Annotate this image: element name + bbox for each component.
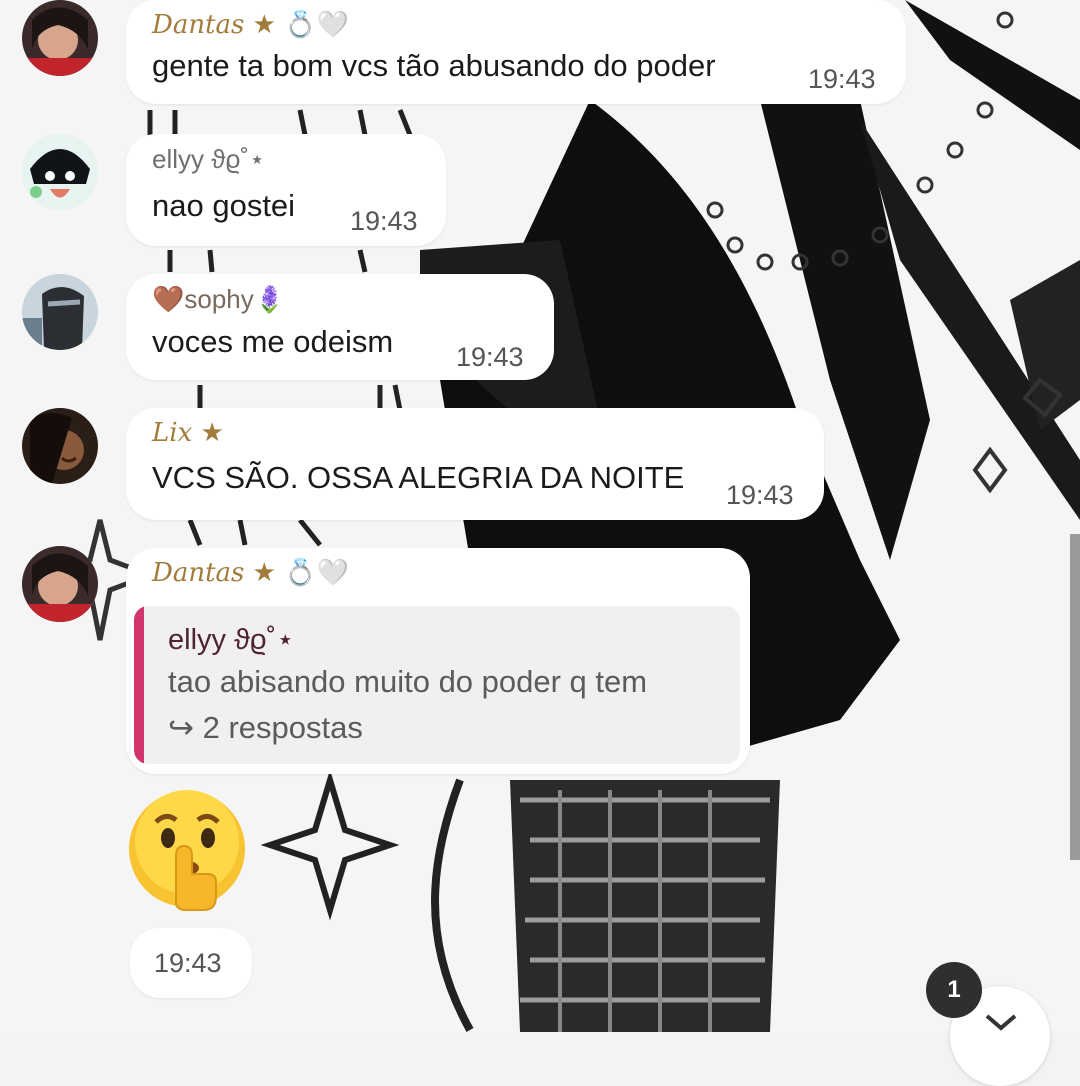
avatar-sophy[interactable] <box>22 274 98 350</box>
author-name[interactable]: 🤎sophy🪻 <box>152 284 286 315</box>
message-time: 19:43 <box>808 64 876 94</box>
message-text: nao gostei <box>152 188 296 223</box>
avatar-lix[interactable] <box>22 408 98 484</box>
message-text: voces me odeism <box>152 324 394 359</box>
author-name[interactable]: ellyy ϑϱ˚⋆ <box>152 144 265 175</box>
quoted-author: ellyy ϑϱ˚⋆ <box>168 624 295 656</box>
message-bubble[interactable]: Lix ★ VCS SÃO. OSSA ALEGRIA DA NOITE 19:… <box>126 408 824 520</box>
message-bubble[interactable]: ellyy ϑϱ˚⋆ nao gostei 19:43 <box>126 134 446 246</box>
scrollbar[interactable] <box>1070 534 1080 860</box>
message-time: 19:43 <box>726 480 794 510</box>
author-name[interactable]: Dantas ★ 💍🤍 <box>152 10 349 40</box>
message-time: 19:43 <box>154 948 222 978</box>
quoted-text: tao abisando muito do poder q tem <box>168 664 648 699</box>
message-time: 19:43 <box>350 206 418 236</box>
message-text: gente ta bom vcs tão abusando do poder <box>152 48 716 83</box>
message-bubble[interactable]: Dantas ★ 💍🤍 gente ta bom vcs tão abusand… <box>126 0 906 104</box>
message-bubble[interactable]: Dantas ★ 💍🤍 ellyy ϑϱ˚⋆ tao abisando muit… <box>126 548 750 774</box>
quote-accent-bar <box>134 606 144 764</box>
avatar-dantas[interactable] <box>22 0 98 76</box>
author-name[interactable]: Lix ★ <box>152 418 224 448</box>
message-text: VCS SÃO. OSSA ALEGRIA DA NOITE <box>152 460 685 495</box>
avatar-dantas[interactable] <box>22 546 98 622</box>
message-time: 19:43 <box>456 342 524 372</box>
message-bubble[interactable]: 🤎sophy🪻 voces me odeism 19:43 <box>126 274 554 380</box>
shushing-face-emoji <box>129 790 245 911</box>
quoted-reply[interactable]: ellyy ϑϱ˚⋆ tao abisando muito do poder q… <box>134 606 740 764</box>
avatar-ellyy[interactable] <box>22 134 98 210</box>
unread-count-badge[interactable]: 1 <box>926 962 982 1018</box>
emoji-message-bubble[interactable]: 19:43 <box>130 928 252 998</box>
chevron-down-icon <box>985 1014 1017 1031</box>
author-name[interactable]: Dantas ★ 💍🤍 <box>152 558 349 588</box>
replies-link[interactable]: ↪ 2 respostas <box>168 710 363 746</box>
